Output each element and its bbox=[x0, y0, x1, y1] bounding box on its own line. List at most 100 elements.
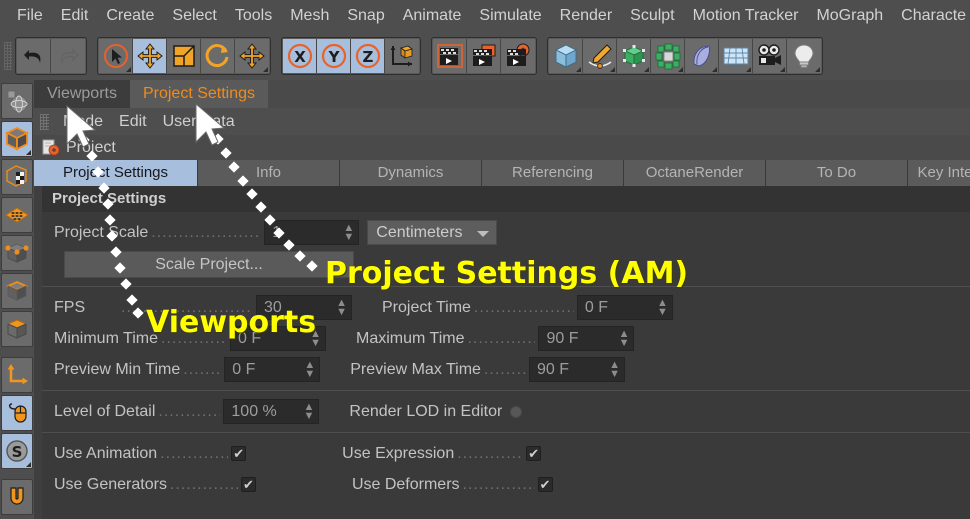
cube-primitive-button[interactable] bbox=[549, 39, 583, 73]
input-project-time[interactable]: 0 F ▲ ▼ bbox=[576, 295, 673, 320]
move-tool-icon bbox=[136, 43, 163, 69]
am-menu-grip[interactable] bbox=[40, 113, 49, 130]
menu-item-mesh[interactable]: Mesh bbox=[281, 0, 338, 32]
am-menu-edit[interactable]: Edit bbox=[111, 113, 155, 131]
spline-pen-icon bbox=[588, 44, 612, 69]
scene-grid-button[interactable] bbox=[719, 39, 753, 73]
axis-x-lock-button[interactable]: X bbox=[283, 39, 317, 73]
dots-use-deformers: .................................... bbox=[462, 475, 535, 493]
sidebar-item-points-mode[interactable] bbox=[1, 235, 33, 271]
spinner-fps[interactable]: ▲ ▼ bbox=[336, 297, 347, 317]
menu-item-select[interactable]: Select bbox=[163, 0, 225, 32]
sidebar-item-snap-s[interactable]: S bbox=[1, 433, 33, 469]
mograph-button[interactable] bbox=[651, 39, 685, 73]
redo-icon bbox=[60, 48, 79, 64]
menu-item-render[interactable]: Render bbox=[551, 0, 621, 32]
input-preview-max-time[interactable]: 90 F ▲ ▼ bbox=[528, 357, 625, 382]
sidebar-item-axis-arrows[interactable] bbox=[1, 357, 33, 393]
menu-item-simulate[interactable]: Simulate bbox=[470, 0, 550, 32]
menu-item-snap[interactable]: Snap bbox=[338, 0, 393, 32]
sidebar-item-grid-lattice[interactable] bbox=[1, 197, 33, 233]
scale-tool-button[interactable] bbox=[167, 39, 201, 73]
menu-item-mograph[interactable]: MoGraph bbox=[807, 0, 892, 32]
value-level-of-detail: 100 % bbox=[231, 403, 277, 420]
attribute-tab-info[interactable]: Info bbox=[198, 160, 340, 186]
spinner-level-of-detail[interactable]: ▲ ▼ bbox=[304, 401, 315, 421]
camera-button[interactable] bbox=[753, 39, 787, 73]
am-menu-mode[interactable]: Mode bbox=[55, 113, 111, 131]
sidebar-item-edges-mode[interactable] bbox=[1, 273, 33, 309]
menu-item-create[interactable]: Create bbox=[97, 0, 163, 32]
menu-item-animate[interactable]: Animate bbox=[394, 0, 471, 32]
menu-item-sculpt[interactable]: Sculpt bbox=[621, 0, 683, 32]
sidebar-item-world-axis[interactable] bbox=[1, 83, 33, 119]
am-menu-user-data[interactable]: User Data bbox=[155, 113, 243, 131]
input-minimum-time[interactable]: 0 F ▲ ▼ bbox=[230, 326, 327, 351]
panel-tab-viewports[interactable]: Viewports bbox=[34, 80, 130, 108]
selection-tool-button[interactable] bbox=[99, 39, 133, 73]
spinner-minimum-time[interactable]: ▲ ▼ bbox=[310, 328, 321, 348]
attribute-tab-referencing[interactable]: Referencing bbox=[482, 160, 624, 186]
dots-use-animation: .................................... bbox=[160, 444, 228, 462]
menu-item-motion-tracker[interactable]: Motion Tracker bbox=[684, 0, 808, 32]
sidebar-divider-2 bbox=[0, 471, 34, 478]
rotate-tool-button[interactable] bbox=[201, 39, 235, 73]
attribute-tab-project-settings[interactable]: Project Settings bbox=[34, 160, 198, 186]
move-alt-tool-button[interactable] bbox=[235, 39, 269, 73]
redo-button[interactable] bbox=[51, 39, 85, 73]
deformer-button[interactable] bbox=[685, 39, 719, 73]
sidebar-item-mouse-tool[interactable] bbox=[1, 395, 33, 431]
checkbox-use-expression[interactable]: ✔ bbox=[526, 446, 542, 461]
input-preview-min-time[interactable]: 0 F ▲ ▼ bbox=[224, 357, 321, 382]
input-project-scale[interactable]: 1 ▲ ▼ bbox=[264, 220, 360, 245]
value-fps: 30 bbox=[264, 299, 282, 316]
undo-button[interactable] bbox=[17, 39, 51, 73]
spinner-preview-max-time[interactable]: ▲ ▼ bbox=[609, 359, 620, 379]
axis-y-lock-button[interactable]: Y bbox=[317, 39, 351, 73]
sidebar-item-polygons-mode[interactable] bbox=[1, 311, 33, 347]
axis-z-lock-icon: Z bbox=[355, 43, 380, 69]
dropdown-project-scale-unit[interactable]: Centimeters bbox=[367, 220, 498, 245]
attribute-tab-to-do[interactable]: To Do bbox=[766, 160, 908, 186]
label-level-of-detail: Level of Detail bbox=[54, 402, 156, 420]
scale-project-button[interactable]: Scale Project... bbox=[64, 251, 354, 278]
spline-pen-button[interactable] bbox=[583, 39, 617, 73]
spinner-maximum-time[interactable]: ▲ ▼ bbox=[619, 328, 630, 348]
input-fps[interactable]: 30 ▲ ▼ bbox=[256, 295, 352, 320]
axis-z-lock-button[interactable]: Z bbox=[351, 39, 385, 73]
sidebar-item-texture-mode[interactable] bbox=[1, 159, 33, 195]
dots-use-generators: .................................... bbox=[169, 475, 238, 493]
sidebar-item-magnet[interactable] bbox=[1, 479, 33, 515]
world-object-axis-button[interactable] bbox=[385, 39, 419, 73]
render-view-button[interactable] bbox=[433, 39, 467, 73]
spinner-preview-min-time[interactable]: ▲ ▼ bbox=[304, 359, 315, 379]
row-use-generators-deformers: Use Generators .........................… bbox=[42, 469, 970, 500]
render-settings-button[interactable] bbox=[501, 39, 535, 73]
move-tool-button[interactable] bbox=[133, 39, 167, 73]
value-preview-max-time: 90 F bbox=[536, 361, 569, 378]
toolbar-grip[interactable] bbox=[4, 42, 12, 70]
spinner-project-time[interactable]: ▲ ▼ bbox=[657, 297, 668, 317]
dots-preview-min-time: .................................... bbox=[183, 360, 222, 378]
attribute-tab-dynamics[interactable]: Dynamics bbox=[340, 160, 482, 186]
checkbox-render-lod-in-editor[interactable] bbox=[510, 405, 523, 418]
input-level-of-detail[interactable]: 100 % ▲ ▼ bbox=[223, 399, 320, 424]
spinner-project-scale[interactable]: ▲ ▼ bbox=[343, 222, 354, 242]
panel-tab-project-settings[interactable]: Project Settings bbox=[129, 80, 269, 108]
undo-icon bbox=[23, 50, 40, 63]
checkbox-use-animation[interactable]: ✔ bbox=[231, 446, 247, 461]
dots-preview-max-time: .................................... bbox=[483, 360, 526, 378]
attribute-tab-key-interpolation[interactable]: Key Inter bbox=[908, 160, 970, 186]
menu-item-tools[interactable]: Tools bbox=[226, 0, 281, 32]
menu-item-edit[interactable]: Edit bbox=[52, 0, 98, 32]
render-region-button[interactable] bbox=[467, 39, 501, 73]
checkbox-use-deformers[interactable]: ✔ bbox=[537, 477, 553, 492]
sidebar-item-model-mode[interactable] bbox=[1, 121, 33, 157]
menu-item-file[interactable]: File bbox=[8, 0, 52, 32]
attribute-tab-octane-render[interactable]: OctaneRender bbox=[624, 160, 766, 186]
light-button[interactable] bbox=[787, 39, 821, 73]
generator-nurbs-button[interactable] bbox=[617, 39, 651, 73]
menu-item-character[interactable]: Characte bbox=[892, 0, 970, 32]
checkbox-use-generators[interactable]: ✔ bbox=[240, 477, 256, 492]
input-maximum-time[interactable]: 90 F ▲ ▼ bbox=[538, 326, 635, 351]
